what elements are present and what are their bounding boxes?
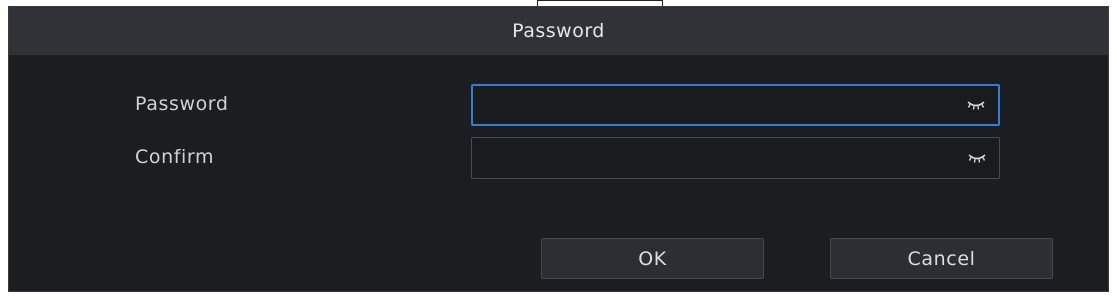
confirm-label: Confirm (135, 146, 215, 168)
dialog-title: Password (512, 20, 605, 42)
eye-closed-icon[interactable] (966, 99, 986, 111)
eye-closed-icon[interactable] (967, 152, 987, 164)
confirm-input[interactable] (472, 138, 999, 178)
dialog-titlebar: Password (9, 7, 1108, 55)
password-dialog: Password Password Confirm OK Cancel (8, 6, 1109, 292)
cancel-button[interactable]: Cancel (830, 238, 1053, 279)
ok-button[interactable]: OK (541, 238, 764, 279)
password-label: Password (135, 93, 229, 115)
confirm-field[interactable] (471, 137, 1000, 179)
password-input[interactable] (473, 86, 998, 124)
password-field[interactable] (471, 84, 1000, 126)
